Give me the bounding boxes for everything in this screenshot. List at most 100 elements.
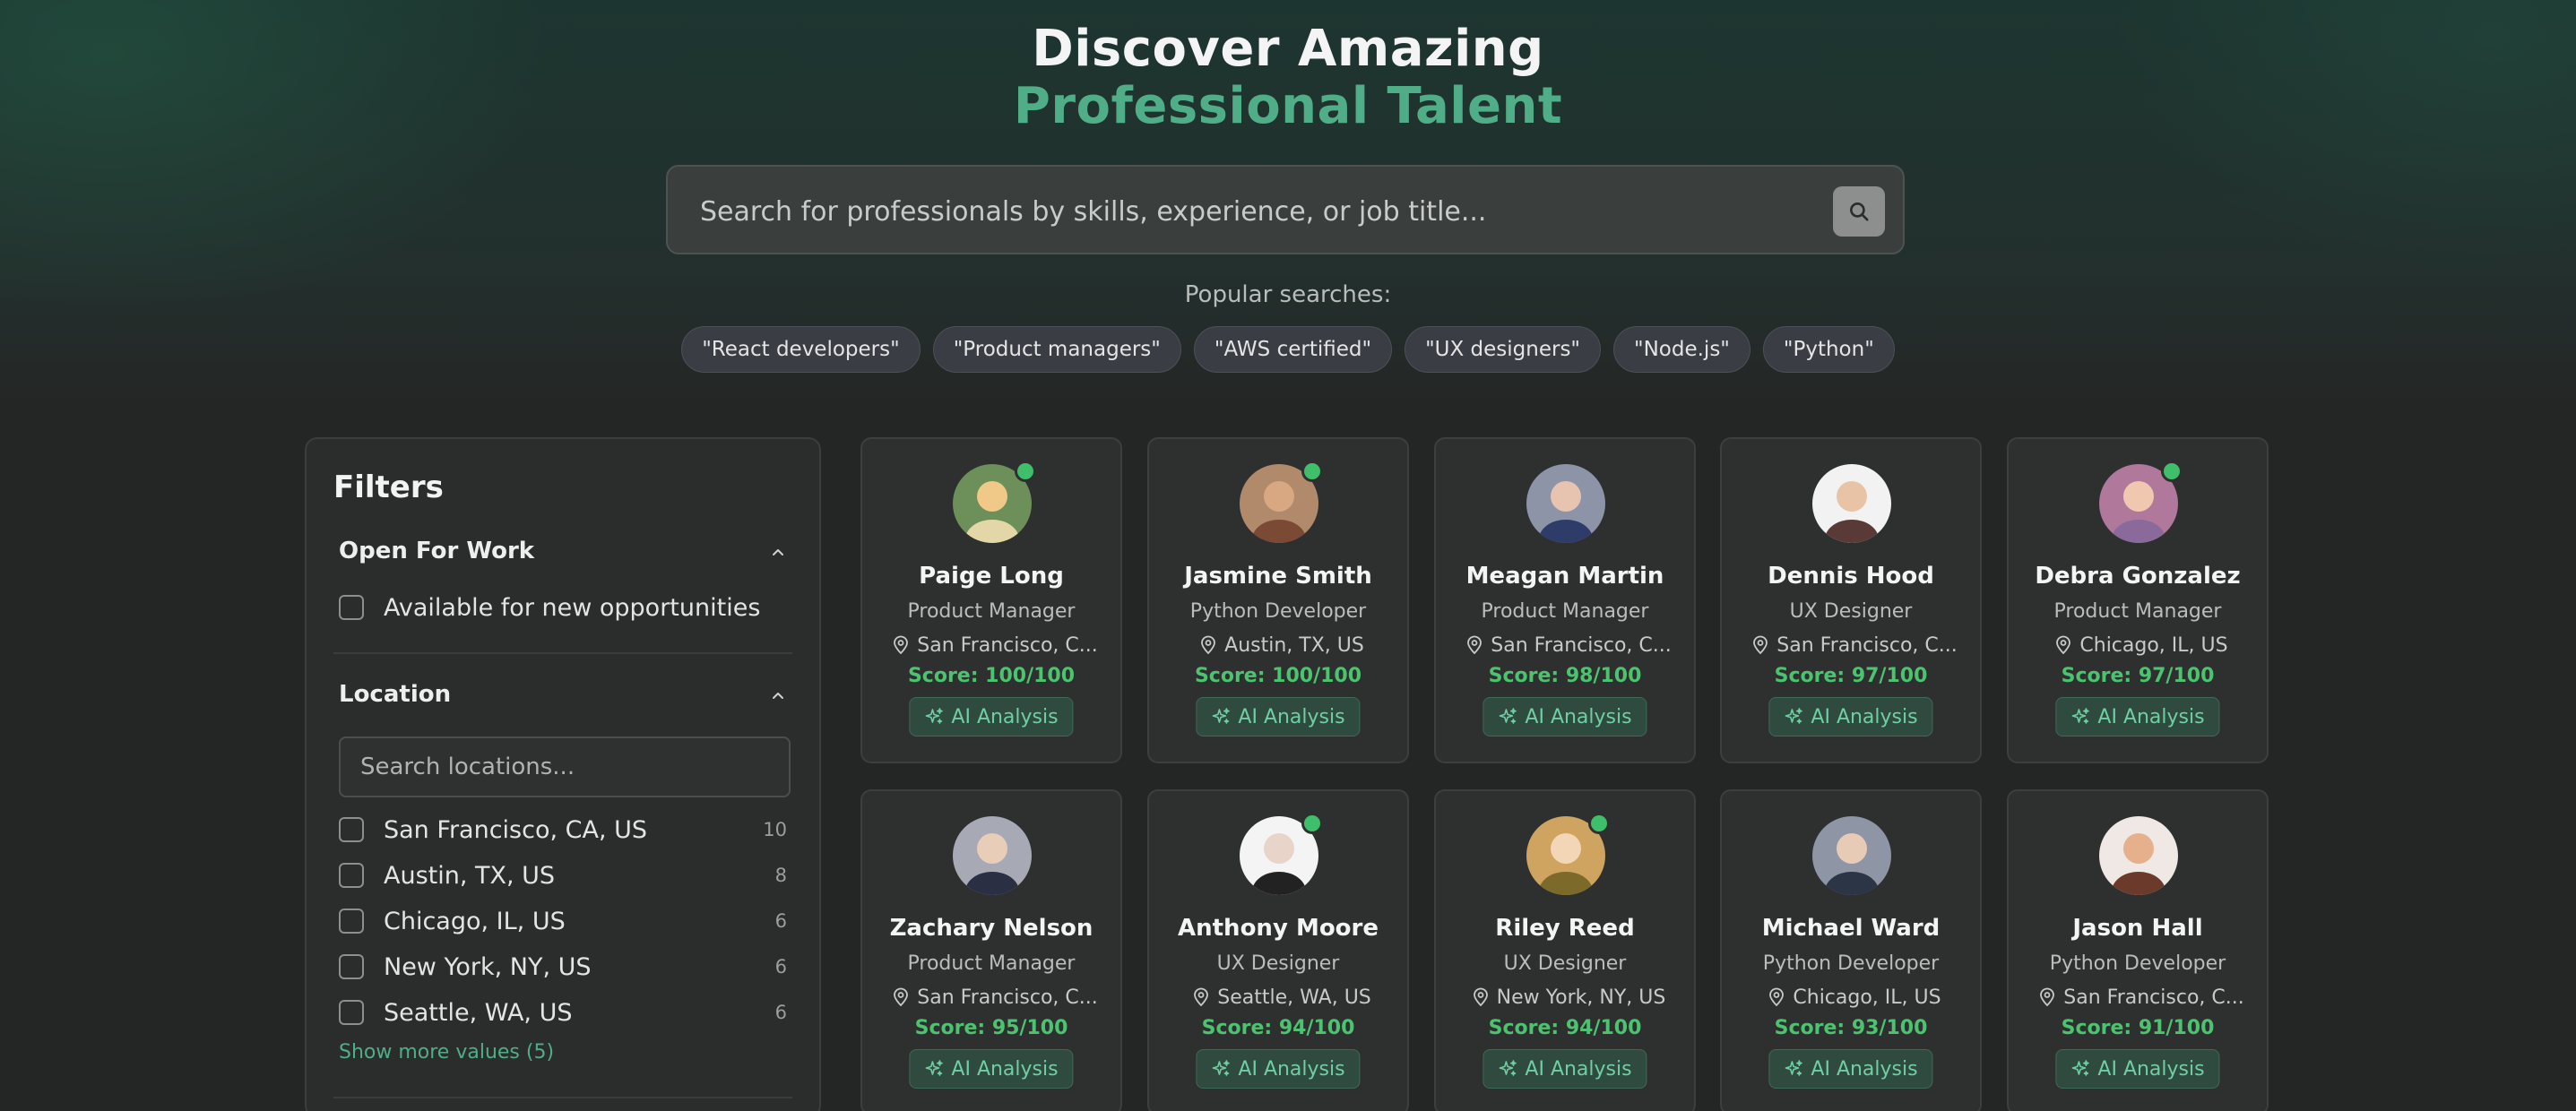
divider bbox=[333, 1097, 792, 1098]
checkbox[interactable] bbox=[339, 817, 364, 842]
ai-analysis-button[interactable]: AI Analysis bbox=[909, 1049, 1074, 1089]
location-pin-icon bbox=[1194, 987, 1209, 1007]
sparkles-icon bbox=[925, 708, 943, 724]
ai-analysis-label: AI Analysis bbox=[951, 705, 1059, 728]
candidate-card[interactable]: Meagan Martin Product Manager San Franci… bbox=[1434, 437, 1696, 763]
candidate-card[interactable]: Debra Gonzalez Product Manager Chicago, … bbox=[2007, 437, 2269, 763]
search-input[interactable] bbox=[700, 190, 1794, 233]
avatar[interactable] bbox=[953, 816, 1032, 895]
avatar[interactable] bbox=[1812, 816, 1891, 895]
candidate-name[interactable]: Anthony Moore bbox=[1149, 915, 1407, 942]
location-option[interactable]: Seattle, WA, US 6 bbox=[339, 996, 787, 1029]
candidate-card[interactable]: Paige Long Product Manager San Francisco… bbox=[860, 437, 1122, 763]
show-more-link[interactable]: Show more values (5) bbox=[339, 1041, 554, 1064]
candidate-role: Python Developer bbox=[2049, 952, 2226, 975]
popular-chip[interactable]: "AWS certified" bbox=[1193, 326, 1393, 373]
person-icon bbox=[953, 816, 1032, 895]
candidate-role: Python Developer bbox=[1762, 952, 1940, 975]
candidate-role: Product Manager bbox=[1481, 600, 1649, 623]
location-text: San Francisco, C... bbox=[917, 633, 1098, 657]
page-subtitle: Professional Talent bbox=[1013, 77, 1563, 135]
option-count: 10 bbox=[763, 819, 787, 840]
checkbox[interactable] bbox=[339, 595, 364, 620]
candidate-score: Score: 91/100 bbox=[2061, 1017, 2215, 1039]
candidate-score: Score: 100/100 bbox=[907, 665, 1076, 687]
chevron-up-icon[interactable] bbox=[771, 545, 785, 559]
candidate-name[interactable]: Meagan Martin bbox=[1436, 563, 1694, 590]
candidate-role: Python Developer bbox=[1189, 600, 1367, 623]
location-option[interactable]: New York, NY, US 6 bbox=[339, 951, 787, 983]
location-title[interactable]: Location bbox=[339, 681, 451, 708]
ai-analysis-button[interactable]: AI Analysis bbox=[2055, 1049, 2220, 1089]
candidate-card[interactable]: Riley Reed UX Designer New York, NY, US … bbox=[1434, 789, 1696, 1111]
option-label: Chicago, IL, US bbox=[384, 907, 566, 935]
ai-analysis-button[interactable]: AI Analysis bbox=[2055, 697, 2220, 736]
popular-chip[interactable]: "UX designers" bbox=[1405, 326, 1602, 373]
popular-chip[interactable]: "React developers" bbox=[681, 326, 921, 373]
location-option[interactable]: San Francisco, CA, US 10 bbox=[339, 814, 787, 846]
ai-analysis-button[interactable]: AI Analysis bbox=[909, 697, 1074, 736]
popular-chip[interactable]: "Product managers" bbox=[932, 326, 1181, 373]
ai-analysis-button[interactable]: AI Analysis bbox=[1482, 1049, 1647, 1089]
candidate-card[interactable]: Zachary Nelson Product Manager San Franc… bbox=[860, 789, 1122, 1111]
checkbox[interactable] bbox=[339, 909, 364, 934]
popular-chip[interactable]: "Python" bbox=[1762, 326, 1895, 373]
candidate-card[interactable]: Dennis Hood UX Designer San Francisco, C… bbox=[1720, 437, 1982, 763]
avatar[interactable] bbox=[1526, 464, 1605, 543]
ai-analysis-label: AI Analysis bbox=[1238, 1057, 1345, 1081]
checkbox[interactable] bbox=[339, 863, 364, 888]
location-text: San Francisco, C... bbox=[1776, 633, 1958, 657]
checkbox[interactable] bbox=[339, 1000, 364, 1025]
candidate-card[interactable]: Jason Hall Python Developer San Francisc… bbox=[2007, 789, 2269, 1111]
online-indicator bbox=[2161, 461, 2183, 482]
candidate-name[interactable]: Zachary Nelson bbox=[862, 915, 1120, 942]
ai-analysis-label: AI Analysis bbox=[1525, 705, 1632, 728]
location-option[interactable]: Chicago, IL, US 6 bbox=[339, 905, 787, 937]
candidate-card[interactable]: Anthony Moore UX Designer Seattle, WA, U… bbox=[1147, 789, 1409, 1111]
location-option[interactable]: Austin, TX, US 8 bbox=[339, 859, 787, 891]
candidate-name[interactable]: Dennis Hood bbox=[1722, 563, 1980, 590]
candidate-name[interactable]: Jasmine Smith bbox=[1149, 563, 1407, 590]
option-count: 6 bbox=[774, 1002, 787, 1023]
ai-analysis-button[interactable]: AI Analysis bbox=[1768, 1049, 1933, 1089]
candidate-name[interactable]: Riley Reed bbox=[1436, 915, 1694, 942]
sparkles-icon bbox=[1785, 1060, 1802, 1076]
candidate-location: San Francisco, C... bbox=[2036, 984, 2247, 1011]
candidate-name[interactable]: Michael Ward bbox=[1722, 915, 1980, 942]
popular-chip[interactable]: "Node.js" bbox=[1613, 326, 1750, 373]
online-indicator bbox=[1588, 813, 1610, 834]
candidate-score: Score: 95/100 bbox=[914, 1017, 1068, 1039]
ai-analysis-button[interactable]: AI Analysis bbox=[1196, 1049, 1361, 1089]
ai-analysis-button[interactable]: AI Analysis bbox=[1196, 697, 1361, 736]
candidate-score: Score: 100/100 bbox=[1194, 665, 1362, 687]
location-text: Chicago, IL, US bbox=[1793, 986, 1941, 1009]
person-icon bbox=[1812, 816, 1891, 895]
location-pin-icon bbox=[1467, 635, 1482, 655]
open-for-work-title[interactable]: Open For Work bbox=[339, 538, 534, 564]
search-button[interactable] bbox=[1833, 186, 1885, 237]
ai-analysis-button[interactable]: AI Analysis bbox=[1482, 697, 1647, 736]
checkbox[interactable] bbox=[339, 954, 364, 979]
candidate-name[interactable]: Jason Hall bbox=[2009, 915, 2267, 942]
candidate-name[interactable]: Paige Long bbox=[862, 563, 1120, 590]
location-pin-icon bbox=[894, 987, 909, 1007]
chevron-up-icon[interactable] bbox=[771, 688, 785, 702]
candidate-location: New York, NY, US bbox=[1463, 984, 1674, 1011]
candidate-location: San Francisco, C... bbox=[1749, 632, 1960, 659]
open-for-work-option[interactable]: Available for new opportunities bbox=[339, 591, 787, 624]
location-text: San Francisco, C... bbox=[1491, 633, 1672, 657]
avatar[interactable] bbox=[1812, 464, 1891, 543]
candidate-card[interactable]: Jasmine Smith Python Developer Austin, T… bbox=[1147, 437, 1409, 763]
location-pin-icon bbox=[1769, 987, 1785, 1007]
option-count: 6 bbox=[774, 910, 787, 932]
ai-analysis-label: AI Analysis bbox=[1238, 705, 1345, 728]
candidate-name[interactable]: Debra Gonzalez bbox=[2009, 563, 2267, 590]
location-search-input[interactable] bbox=[341, 738, 789, 796]
ai-analysis-button[interactable]: AI Analysis bbox=[1768, 697, 1933, 736]
avatar[interactable] bbox=[2099, 816, 2178, 895]
person-icon bbox=[2099, 816, 2178, 895]
option-count: 8 bbox=[774, 865, 787, 886]
candidate-card[interactable]: Michael Ward Python Developer Chicago, I… bbox=[1720, 789, 1982, 1111]
candidate-location: Seattle, WA, US bbox=[1176, 984, 1387, 1011]
sparkles-icon bbox=[1212, 1060, 1230, 1076]
